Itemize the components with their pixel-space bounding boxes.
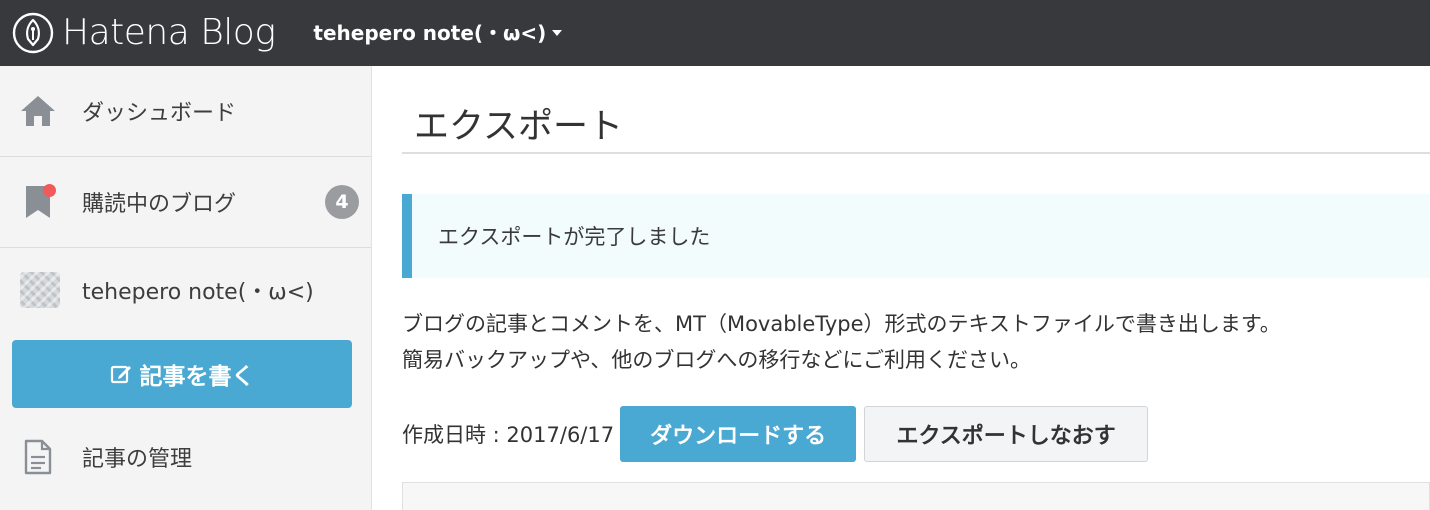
sidebar-item-subscriptions[interactable]: 購読中のブログ 4 xyxy=(0,157,371,248)
blog-switcher-dropdown[interactable]: tehepero note(・ω<) xyxy=(313,21,563,45)
document-icon xyxy=(18,437,58,477)
sidebar-item-label: tehepero note(・ω<) xyxy=(82,280,314,305)
export-description: ブログの記事とコメントを、MT（MovableType）形式のテキストファイルで… xyxy=(402,306,1281,378)
description-line-2: 簡易バックアップや、他のブログへの移行などにご利用ください。 xyxy=(402,348,1031,372)
sidebar-item-label: 記事の管理 xyxy=(82,447,193,472)
unread-count-badge: 4 xyxy=(325,185,359,219)
hatena-blog-logo[interactable]: Hatena Blog xyxy=(12,12,276,54)
reexport-button[interactable]: エクスポートしなおす xyxy=(864,406,1149,462)
sidebar-item-label: ダッシュボード xyxy=(82,101,237,126)
sidebar-item-manage-articles[interactable]: 記事の管理 xyxy=(0,422,372,492)
page-title: エクスポート xyxy=(414,107,623,147)
sidebar-item-label: 購読中のブログ xyxy=(82,192,237,217)
sidebar-item-dashboard[interactable]: ダッシュボード xyxy=(0,66,371,157)
bookmark-icon xyxy=(18,182,58,222)
divider xyxy=(402,152,1430,154)
export-actions-row: 作成日時 : 2017/6/17 ダウンロードする エクスポートしなおす xyxy=(402,406,1149,462)
write-article-label: 記事を書く xyxy=(139,364,255,390)
blog-switcher-label: tehepero note(・ω<) xyxy=(313,21,547,45)
notification-dot xyxy=(43,184,56,197)
blog-avatar xyxy=(20,272,60,308)
created-at-text: 作成日時 : 2017/6/17 xyxy=(402,423,615,447)
caret-down-icon xyxy=(552,30,563,36)
download-button[interactable]: ダウンロードする xyxy=(620,406,857,462)
success-notice: エクスポートが完了しました xyxy=(402,194,1430,278)
pen-nib-logo-icon xyxy=(12,12,54,54)
sidebar-item-current-blog[interactable]: tehepero note(・ω<) xyxy=(0,248,371,332)
main-content: エクスポート エクスポートが完了しました ブログの記事とコメントを、MT（Mov… xyxy=(402,66,1430,510)
brand-name: Hatena Blog xyxy=(62,12,276,53)
notice-text: エクスポートが完了しました xyxy=(438,225,711,249)
home-icon xyxy=(18,91,58,131)
sidebar: ダッシュボード 購読中のブログ 4 tehepero note(・ω<) 記事を… xyxy=(0,66,372,510)
description-line-1: ブログの記事とコメントを、MT（MovableType）形式のテキストファイルで… xyxy=(402,312,1281,336)
write-article-button[interactable]: 記事を書く xyxy=(12,340,352,408)
edit-icon xyxy=(110,365,131,384)
export-info-panel xyxy=(402,482,1430,510)
top-bar: Hatena Blog tehepero note(・ω<) xyxy=(0,0,1430,66)
